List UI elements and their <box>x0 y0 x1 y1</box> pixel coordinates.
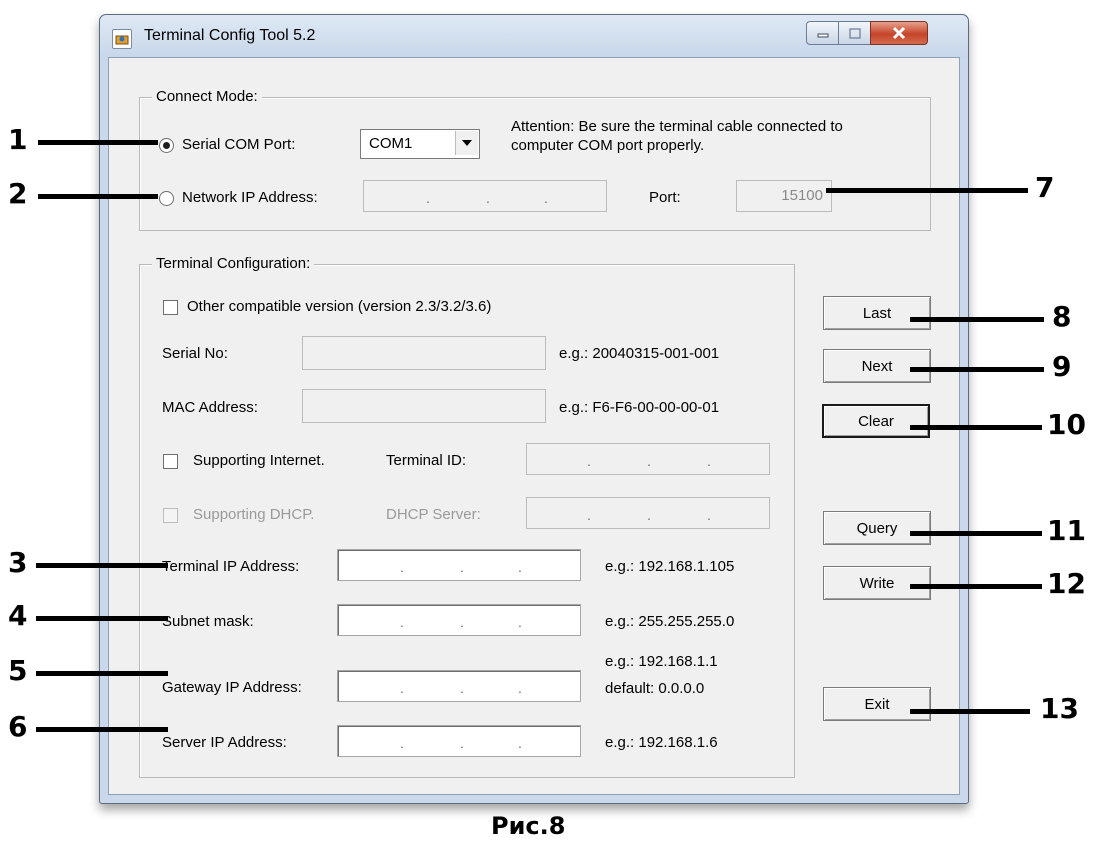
callout-line-13 <box>910 709 1030 714</box>
com-port-value: COM1 <box>369 135 413 152</box>
supporting-dhcp-label: Supporting DHCP. <box>193 506 315 523</box>
attention-line-2: computer COM port properly. <box>511 137 705 154</box>
query-button[interactable]: Query <box>823 511 931 545</box>
gateway-ip-field[interactable]: ... <box>337 670 581 702</box>
callout-line-10 <box>910 425 1042 430</box>
serial-com-radio[interactable] <box>159 138 174 153</box>
server-ip-label: Server IP Address: <box>162 734 287 751</box>
chevron-down-icon[interactable] <box>455 131 478 155</box>
window-title: Terminal Config Tool 5.2 <box>144 27 316 44</box>
server-ip-field[interactable]: ... <box>337 725 581 757</box>
serial-no-field[interactable] <box>302 336 546 370</box>
callout-line-1 <box>38 140 158 145</box>
last-button[interactable]: Last <box>823 296 931 330</box>
exit-button[interactable]: Exit <box>823 687 931 721</box>
callout-7: 7 <box>1035 171 1055 204</box>
other-version-checkbox[interactable] <box>163 300 178 315</box>
close-icon <box>871 22 927 44</box>
terminal-config-label: Terminal Configuration: <box>152 255 315 272</box>
server-ip-example: e.g.: 192.168.1.6 <box>605 734 718 751</box>
gateway-ip-default: default: 0.0.0.0 <box>605 680 705 697</box>
minimize-button[interactable] <box>806 21 840 45</box>
dialog-client: Connect Mode: Serial COM Port: COM1 Atte… <box>108 57 960 795</box>
callout-line-5 <box>36 671 168 676</box>
port-field[interactable]: 15100 <box>736 180 832 212</box>
terminal-id-field[interactable]: ... <box>526 443 770 475</box>
minimize-icon <box>807 22 839 44</box>
gateway-ip-example: e.g.: 192.168.1.1 <box>605 653 718 670</box>
serial-com-label: Serial COM Port: <box>182 136 296 153</box>
window-controls <box>806 21 956 45</box>
maximize-icon <box>839 22 871 44</box>
callout-11: 11 <box>1047 514 1086 547</box>
callout-line-7 <box>826 188 1028 193</box>
callout-line-6 <box>36 727 168 732</box>
app-icon <box>112 29 132 49</box>
terminal-ip-field[interactable]: ... <box>337 549 581 581</box>
network-ip-field[interactable]: ... <box>363 180 607 212</box>
callout-5: 5 <box>8 654 28 687</box>
maximize-button[interactable] <box>838 21 872 45</box>
callout-line-3 <box>36 563 168 568</box>
callout-2: 2 <box>8 177 28 210</box>
subnet-mask-label: Subnet mask: <box>162 613 254 630</box>
serial-no-label: Serial No: <box>162 345 228 362</box>
app-window: Terminal Config Tool 5.2 Connect Mode: S… <box>99 14 969 804</box>
callout-line-4 <box>36 616 168 621</box>
callout-line-11 <box>910 531 1042 536</box>
figure-caption: Рис.8 <box>491 812 566 840</box>
callout-10: 10 <box>1047 408 1086 441</box>
callout-13: 13 <box>1040 692 1079 725</box>
mac-address-label: MAC Address: <box>162 399 258 416</box>
connect-mode-label: Connect Mode: <box>152 88 262 105</box>
terminal-ip-label: Terminal IP Address: <box>162 558 300 575</box>
subnet-mask-example: e.g.: 255.255.255.0 <box>605 613 735 630</box>
terminal-ip-example: e.g.: 192.168.1.105 <box>605 558 735 575</box>
callout-line-9 <box>910 367 1044 372</box>
port-value: 15100 <box>781 187 823 204</box>
next-button[interactable]: Next <box>823 349 931 383</box>
supporting-internet-checkbox[interactable] <box>163 454 178 469</box>
callout-line-8 <box>910 317 1044 322</box>
network-ip-label: Network IP Address: <box>182 189 318 206</box>
serial-no-example: e.g.: 20040315-001-001 <box>559 345 720 362</box>
callout-4: 4 <box>8 599 28 632</box>
terminal-id-label: Terminal ID: <box>386 452 467 469</box>
title-bar[interactable]: Terminal Config Tool 5.2 <box>100 15 968 57</box>
mac-address-example: e.g.: F6-F6-00-00-00-01 <box>559 399 720 416</box>
other-version-label: Other compatible version (version 2.3/3.… <box>187 298 492 315</box>
mac-address-field[interactable] <box>302 389 546 423</box>
attention-line-1: Attention: Be sure the terminal cable co… <box>511 118 843 135</box>
close-button[interactable] <box>870 21 928 45</box>
callout-12: 12 <box>1047 567 1086 600</box>
supporting-internet-label: Supporting Internet. <box>193 452 325 469</box>
callout-line-2 <box>38 194 158 199</box>
gateway-ip-label: Gateway IP Address: <box>162 679 302 696</box>
callout-8: 8 <box>1052 300 1072 333</box>
subnet-mask-field[interactable]: ... <box>337 604 581 636</box>
callout-9: 9 <box>1052 350 1072 383</box>
port-label: Port: <box>649 189 681 206</box>
network-ip-radio[interactable] <box>159 191 174 206</box>
callout-1: 1 <box>8 123 28 156</box>
clear-button[interactable]: Clear <box>822 404 930 438</box>
supporting-dhcp-checkbox[interactable] <box>163 508 178 523</box>
callout-line-12 <box>910 584 1042 589</box>
callout-6: 6 <box>8 710 28 743</box>
dhcp-server-label: DHCP Server: <box>386 506 481 523</box>
callout-3: 3 <box>8 546 28 579</box>
write-button[interactable]: Write <box>823 566 931 600</box>
com-port-select[interactable]: COM1 <box>360 129 480 159</box>
dhcp-server-field[interactable]: ... <box>526 497 770 529</box>
